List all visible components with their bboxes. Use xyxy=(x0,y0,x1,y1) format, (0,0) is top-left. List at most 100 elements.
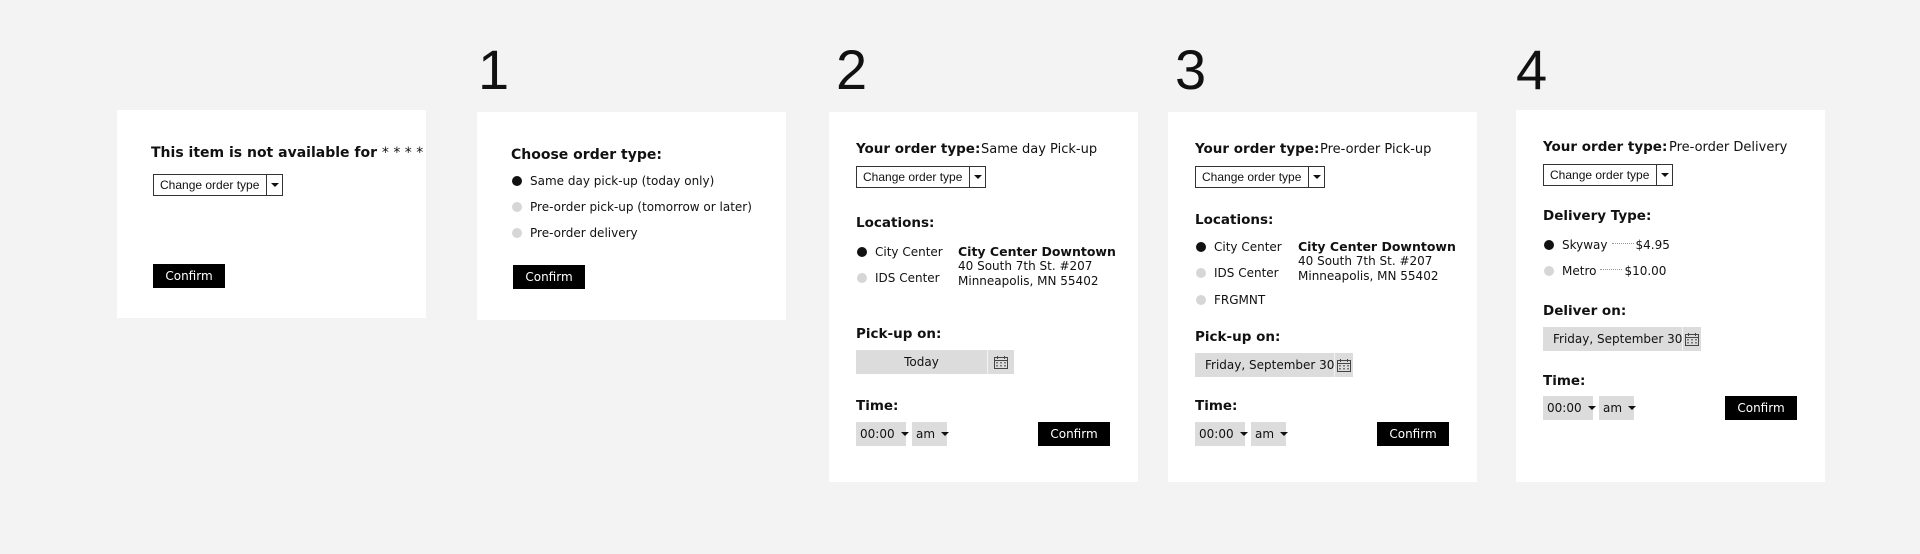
calendar-icon[interactable] xyxy=(1334,353,1353,377)
delivery-option-metro[interactable]: Metro $10.00 xyxy=(1544,264,1666,278)
radio-selected-icon xyxy=(1196,242,1206,252)
confirm-button[interactable]: Confirm xyxy=(153,264,225,288)
location-label: City Center xyxy=(875,245,943,259)
delivery-option-name: Metro xyxy=(1562,264,1597,278)
ampm-select[interactable]: am xyxy=(912,422,950,446)
address-line2: Minneapolis, MN 55402 xyxy=(1298,269,1439,283)
location-frgmnt[interactable]: FRGMNT xyxy=(1196,293,1265,307)
unavailable-stars: * * * * xyxy=(381,145,424,161)
unavailable-card: This item is not available for * * * * C… xyxy=(117,110,426,318)
leader-dots xyxy=(1600,269,1623,270)
confirm-button[interactable]: Confirm xyxy=(1038,422,1110,446)
time-label: Time: xyxy=(1543,373,1586,389)
pickup-label: Pick-up on: xyxy=(1195,329,1281,345)
select-label: Change order type xyxy=(160,178,260,192)
address-name: City Center Downtown xyxy=(958,244,1116,259)
order-type-label: Your order type: xyxy=(1543,139,1668,155)
preorder-pickup-card: Your order type: Pre-order Pick-up Chang… xyxy=(1168,112,1477,482)
chevron-down-icon xyxy=(1308,167,1324,187)
location-label: FRGMNT xyxy=(1214,293,1266,307)
location-address: City Center Downtown 40 South 7th St. #2… xyxy=(1298,239,1456,284)
change-order-type-select[interactable]: Change order type xyxy=(153,174,283,196)
delivery-option-price: $10.00 xyxy=(1624,264,1667,278)
locations-label: Locations: xyxy=(1195,212,1274,228)
address-line1: 40 South 7th St. #207 xyxy=(958,259,1093,273)
chevron-down-icon xyxy=(266,175,282,195)
order-option-preorder-pickup[interactable]: Pre-order pick-up (tomorrow or later) xyxy=(512,200,752,214)
option-label: Same day pick-up (today only) xyxy=(530,174,715,188)
order-type-value: Pre-order Delivery xyxy=(1669,140,1788,155)
pickup-date-picker[interactable]: Friday, September 30 xyxy=(1195,353,1353,377)
change-order-type-select[interactable]: Change order type xyxy=(1543,164,1673,186)
option-label: Pre-order delivery xyxy=(530,226,638,240)
select-label: Change order type xyxy=(863,170,963,184)
chevron-down-icon xyxy=(1587,406,1596,410)
radio-icon xyxy=(857,273,867,283)
radio-selected-icon xyxy=(512,176,522,186)
step-number-1: 1 xyxy=(478,38,510,101)
order-type-label: Your order type: xyxy=(1195,141,1320,157)
step-number-4: 4 xyxy=(1516,38,1548,101)
time-select[interactable]: 00:00 xyxy=(1543,396,1596,420)
leader-dots xyxy=(1611,243,1634,244)
confirm-button[interactable]: Confirm xyxy=(513,265,585,289)
time-label: Time: xyxy=(1195,398,1238,414)
confirm-button[interactable]: Confirm xyxy=(1377,422,1449,446)
chevron-down-icon xyxy=(900,432,909,436)
pickup-label: Pick-up on: xyxy=(856,326,942,342)
change-order-type-select[interactable]: Change order type xyxy=(1195,166,1325,188)
pickup-date-value: Today xyxy=(904,355,939,369)
calendar-icon[interactable] xyxy=(987,350,1014,374)
delivery-option-name: Skyway xyxy=(1562,238,1608,252)
time-label: Time: xyxy=(856,398,899,414)
order-option-same-day[interactable]: Same day pick-up (today only) xyxy=(512,174,714,188)
location-label: City Center xyxy=(1214,240,1282,254)
radio-selected-icon xyxy=(1544,240,1554,250)
chevron-down-icon xyxy=(1628,406,1637,410)
change-order-type-select[interactable]: Change order type xyxy=(856,166,986,188)
location-label: IDS Center xyxy=(875,271,940,285)
radio-selected-icon xyxy=(857,247,867,257)
chevron-down-icon xyxy=(969,167,985,187)
choose-order-type-title: Choose order type: xyxy=(511,147,662,163)
deliver-date-picker[interactable]: Friday, September 30 xyxy=(1543,327,1701,351)
confirm-button[interactable]: Confirm xyxy=(1725,396,1797,420)
time-select[interactable]: 00:00 xyxy=(1195,422,1248,446)
time-value: 00:00 xyxy=(1547,401,1582,415)
radio-icon xyxy=(1196,295,1206,305)
location-ids-center[interactable]: IDS Center xyxy=(1196,266,1279,280)
location-city-center[interactable]: City Center xyxy=(857,245,943,259)
delivery-option-price: $4.95 xyxy=(1635,238,1670,252)
step-number-2: 2 xyxy=(836,38,868,101)
deliver-date-value: Friday, September 30 xyxy=(1553,332,1683,346)
select-label: Change order type xyxy=(1550,168,1650,182)
step-number-3: 3 xyxy=(1175,38,1207,101)
time-value: 00:00 xyxy=(860,427,895,441)
order-type-value: Same day Pick-up xyxy=(981,142,1098,157)
order-option-preorder-delivery[interactable]: Pre-order delivery xyxy=(512,226,638,240)
location-ids-center[interactable]: IDS Center xyxy=(857,271,940,285)
ampm-value: am xyxy=(1603,401,1623,415)
radio-icon xyxy=(1544,266,1554,276)
radio-icon xyxy=(512,228,522,238)
unavailable-title: This item is not available for * * * * xyxy=(151,145,424,161)
chevron-down-icon xyxy=(1656,165,1672,185)
time-select[interactable]: 00:00 xyxy=(856,422,909,446)
location-city-center[interactable]: City Center xyxy=(1196,240,1282,254)
chevron-down-icon xyxy=(1280,432,1289,436)
delivery-option-skyway[interactable]: Skyway $4.95 xyxy=(1544,238,1670,252)
choose-order-type-card: Choose order type: Same day pick-up (tod… xyxy=(477,112,786,320)
address-line2: Minneapolis, MN 55402 xyxy=(958,274,1099,288)
ampm-select[interactable]: am xyxy=(1599,396,1637,420)
ampm-value: am xyxy=(1255,427,1275,441)
address-line1: 40 South 7th St. #207 xyxy=(1298,254,1433,268)
delivery-type-label: Delivery Type: xyxy=(1543,208,1652,224)
pickup-date-picker[interactable]: Today xyxy=(856,350,1014,374)
address-name: City Center Downtown xyxy=(1298,239,1456,254)
calendar-icon[interactable] xyxy=(1682,327,1701,351)
radio-icon xyxy=(1196,268,1206,278)
ampm-value: am xyxy=(916,427,936,441)
ampm-select[interactable]: am xyxy=(1251,422,1289,446)
same-day-pickup-card: Your order type: Same day Pick-up Change… xyxy=(829,112,1138,482)
location-label: IDS Center xyxy=(1214,266,1279,280)
